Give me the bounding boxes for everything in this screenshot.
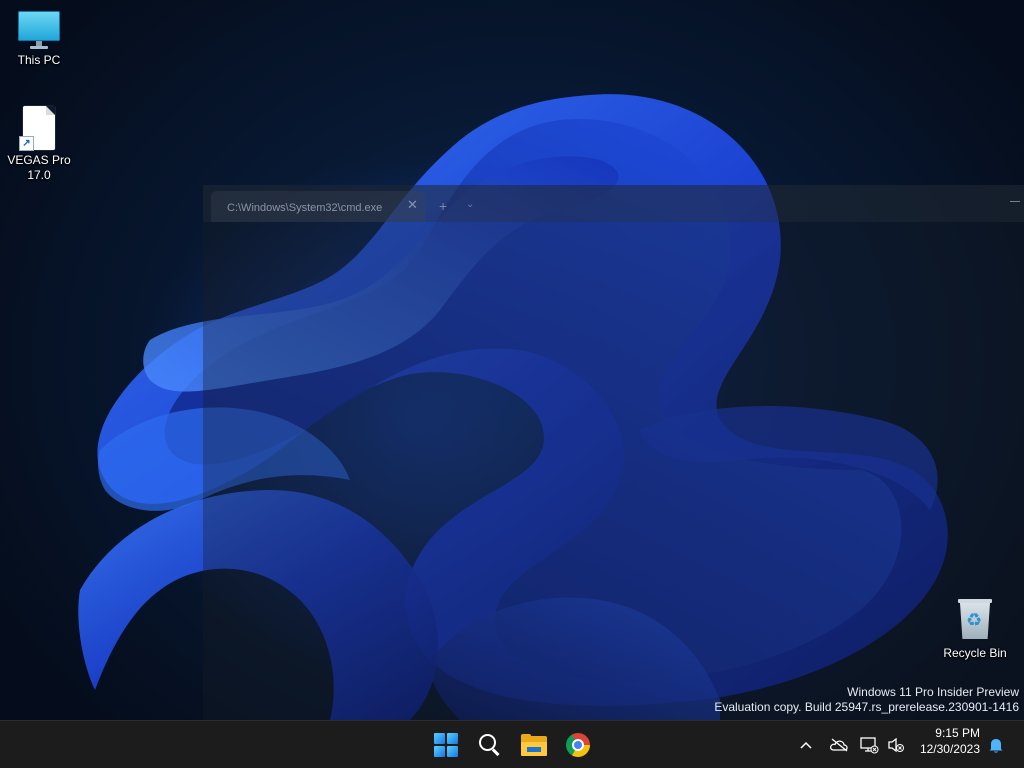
network-disconnected-icon bbox=[860, 737, 879, 754]
search-button[interactable] bbox=[472, 727, 508, 763]
recycle-bin-icon: ♻ bbox=[957, 597, 993, 641]
cloud-off-icon bbox=[830, 738, 848, 752]
desktop-icon-recycle-bin[interactable]: ♻ Recycle Bin bbox=[937, 597, 1013, 661]
clock-button[interactable]: 9:15 PM 12/30/2023 bbox=[912, 725, 980, 757]
chrome-icon bbox=[566, 733, 590, 757]
taskbar bbox=[0, 720, 1024, 768]
onedrive-tray-button[interactable] bbox=[828, 731, 850, 759]
desktop-icon-label: VEGAS Pro 17.0 bbox=[7, 153, 71, 182]
minimize-icon[interactable] bbox=[1010, 201, 1020, 202]
tab-dropdown-icon[interactable]: ⌄ bbox=[466, 199, 474, 210]
close-tab-icon[interactable]: ✕ bbox=[407, 197, 418, 213]
watermark-line-1: Windows 11 Pro Insider Preview bbox=[847, 685, 1019, 699]
evaluation-watermark: Windows 11 Pro Insider Preview Evaluatio… bbox=[714, 685, 1019, 715]
notifications-button[interactable] bbox=[986, 731, 1006, 759]
start-button[interactable] bbox=[428, 727, 464, 763]
cmd-tab[interactable]: C:\Windows\System32\cmd.exe ✕ bbox=[211, 191, 425, 222]
cmd-titlebar[interactable]: C:\Windows\System32\cmd.exe ✕ + ⌄ bbox=[203, 185, 1024, 222]
cmd-window[interactable]: C:\Windows\System32\cmd.exe ✕ + ⌄ bbox=[203, 185, 1024, 720]
clock-time: 9:15 PM bbox=[935, 726, 980, 740]
show-hidden-icons-button[interactable] bbox=[797, 731, 815, 759]
shortcut-arrow-icon: ↗ bbox=[19, 136, 34, 151]
windows-start-icon bbox=[434, 733, 458, 757]
watermark-line-2: Evaluation copy. Build 25947.rs_prerelea… bbox=[714, 700, 1019, 714]
desktop-icon-label: This PC bbox=[17, 53, 61, 67]
chevron-up-icon bbox=[800, 741, 812, 749]
clock-date: 12/30/2023 bbox=[919, 742, 980, 756]
volume-tray-button[interactable] bbox=[886, 731, 906, 759]
desktop-icon-vegas-pro[interactable]: ↗ VEGAS Pro 17.0 bbox=[1, 104, 77, 183]
desktop-icon-this-pc[interactable]: This PC bbox=[1, 8, 77, 68]
chrome-button[interactable] bbox=[560, 727, 596, 763]
new-tab-icon[interactable]: + bbox=[439, 198, 447, 214]
monitor-icon bbox=[18, 11, 60, 51]
cmd-tab-title: C:\Windows\System32\cmd.exe bbox=[227, 202, 383, 214]
shortcut-file-icon: ↗ bbox=[19, 106, 57, 151]
folder-icon bbox=[521, 734, 547, 756]
speaker-muted-icon bbox=[888, 737, 904, 753]
desktop-icon-label: Recycle Bin bbox=[943, 646, 1007, 660]
network-tray-button[interactable] bbox=[858, 731, 880, 759]
bell-icon bbox=[989, 739, 1003, 753]
search-icon bbox=[479, 734, 501, 756]
file-explorer-button[interactable] bbox=[516, 727, 552, 763]
